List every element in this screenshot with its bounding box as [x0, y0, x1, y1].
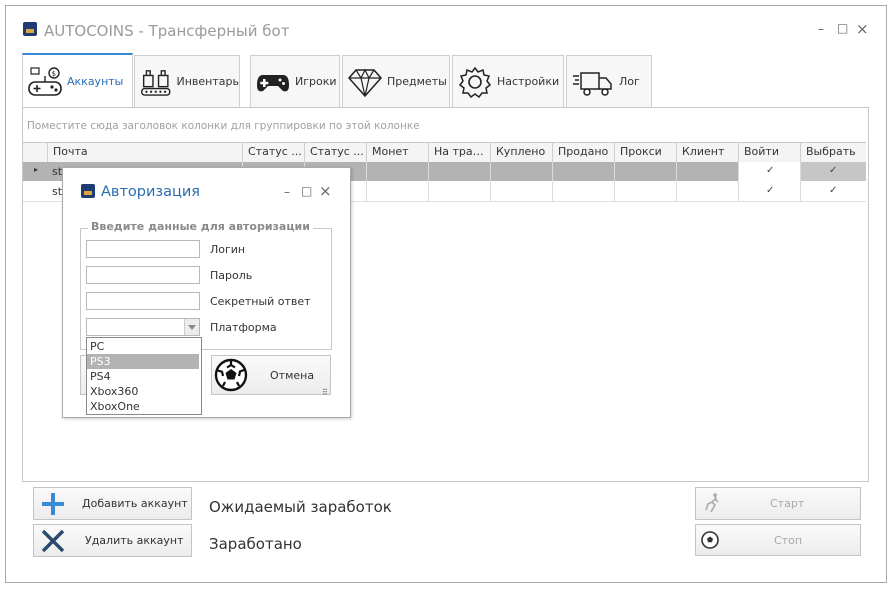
row-indicator-icon: ▸ — [34, 165, 39, 174]
dialog-close-button[interactable]: × — [319, 182, 332, 200]
add-account-button[interactable]: Добавить аккаунт — [33, 487, 192, 520]
gamepad-icon: $ — [28, 67, 62, 96]
runner-icon — [705, 492, 719, 512]
column-status-1[interactable]: Статус ... — [242, 143, 304, 162]
login-label: Логин — [210, 243, 246, 256]
diamond-icon — [348, 68, 382, 97]
app-logo-icon — [23, 22, 37, 36]
start-button[interactable]: Старт — [695, 487, 861, 520]
platform-option-xboxone[interactable]: XboxOne — [87, 399, 199, 414]
tab-inventory[interactable]: Инвентарь — [134, 55, 240, 107]
column-divider — [552, 162, 553, 202]
remove-account-label: Удалить аккаунт — [85, 534, 184, 547]
svg-text:$: $ — [52, 70, 56, 78]
row-email: st — [52, 165, 63, 178]
row-select-cell[interactable]: ✓ — [801, 162, 866, 181]
tab-accounts-label: Аккаунты — [67, 74, 124, 88]
row-email: st — [52, 185, 63, 198]
grid-header: Почта Статус ... Статус ... Монет На тра… — [23, 142, 866, 163]
secret-answer-input[interactable] — [86, 292, 200, 310]
column-divider — [490, 162, 491, 202]
platform-option-xbox360[interactable]: Xbox360 — [87, 384, 199, 399]
column-bought[interactable]: Куплено — [490, 143, 552, 162]
stop-label: Стоп — [774, 533, 803, 547]
tab-inventory-label: Инвентарь — [176, 75, 239, 88]
maximize-button[interactable]: □ — [837, 21, 848, 35]
platform-option-ps4[interactable]: PS4 — [87, 369, 199, 384]
tab-players-label: Игроки — [295, 75, 337, 88]
controller-icon — [257, 74, 289, 91]
chevron-down-icon[interactable] — [184, 319, 199, 335]
tab-settings[interactable]: Настройки — [452, 55, 564, 107]
column-coins[interactable]: Монет — [366, 143, 428, 162]
close-button[interactable]: × — [856, 20, 869, 38]
gear-icon — [458, 66, 492, 98]
platform-dropdown-list: PC PS3 PS4 Xbox360 XboxOne — [86, 337, 202, 415]
soccer-ball-icon — [701, 531, 719, 549]
remove-account-button[interactable]: Удалить аккаунт — [33, 524, 192, 557]
dialog-minimize-button[interactable]: – — [284, 185, 290, 199]
column-divider — [676, 162, 677, 202]
expected-earnings-label: Ожидаемый заработок — [209, 498, 392, 516]
column-select[interactable]: Выбрать — [800, 143, 866, 162]
row-login-cell[interactable]: ✓ — [738, 162, 800, 181]
column-proxy[interactable]: Прокси — [614, 143, 676, 162]
group-by-hint[interactable]: Поместите сюда заголовок колонки для гру… — [27, 120, 420, 132]
cross-icon — [41, 529, 65, 552]
inventory-icon — [141, 69, 171, 96]
column-client[interactable]: Клиент — [676, 143, 738, 162]
column-divider — [800, 162, 801, 202]
column-on-transfer[interactable]: На тран... — [428, 143, 490, 162]
tab-settings-label: Настройки — [497, 75, 560, 88]
platform-option-pc[interactable]: PC — [87, 339, 199, 354]
earned-label: Заработано — [209, 535, 302, 553]
login-input[interactable] — [86, 240, 200, 258]
check-icon: ✓ — [766, 185, 775, 196]
column-login[interactable]: Войти — [738, 143, 800, 162]
soccer-ball-icon — [214, 358, 248, 392]
row-select-cell[interactable]: ✓ — [801, 181, 866, 201]
platform-option-ps3[interactable]: PS3 — [87, 354, 199, 369]
tab-accounts[interactable]: $ Аккаунты — [22, 53, 133, 107]
plus-icon — [42, 492, 64, 515]
add-account-label: Добавить аккаунт — [82, 497, 188, 510]
platform-select[interactable] — [86, 318, 200, 336]
row-login-cell[interactable]: ✓ — [738, 181, 800, 201]
cancel-button[interactable]: Отмена — [211, 355, 331, 395]
column-divider — [366, 162, 367, 202]
minimize-button[interactable]: – — [818, 22, 824, 36]
start-label: Старт — [770, 497, 805, 510]
secret-answer-label: Секретный ответ — [210, 295, 311, 308]
column-divider — [738, 162, 739, 202]
column-sold[interactable]: Продано — [552, 143, 614, 162]
stop-button[interactable]: Стоп — [695, 524, 861, 556]
column-divider — [614, 162, 615, 202]
tab-players[interactable]: Игроки — [250, 55, 340, 107]
check-icon: ✓ — [829, 165, 838, 176]
window-title: AUTOCOINS - Трансферный бот — [44, 22, 290, 40]
resize-grip-icon[interactable]: ⠿ — [322, 388, 328, 397]
tab-log-label: Лог — [619, 75, 640, 88]
platform-label: Платформа — [210, 321, 277, 334]
truck-icon — [573, 71, 612, 96]
dialog-title: Авторизация — [101, 184, 201, 200]
dialog-maximize-button[interactable]: □ — [301, 184, 312, 198]
column-status-2[interactable]: Статус ... — [304, 143, 366, 162]
dialog-logo-icon — [81, 184, 95, 198]
tab-items[interactable]: Предметы — [342, 55, 450, 107]
check-icon: ✓ — [766, 165, 775, 176]
cancel-button-label: Отмена — [270, 368, 315, 382]
auth-fieldset-title: Введите данные для авторизации — [88, 220, 313, 233]
password-label: Пароль — [210, 269, 253, 282]
column-divider — [428, 162, 429, 202]
tab-log[interactable]: Лог — [566, 55, 652, 107]
column-email[interactable]: Почта — [47, 143, 267, 162]
tab-items-label: Предметы — [387, 75, 447, 88]
password-input[interactable] — [86, 266, 200, 284]
check-icon: ✓ — [829, 185, 838, 196]
